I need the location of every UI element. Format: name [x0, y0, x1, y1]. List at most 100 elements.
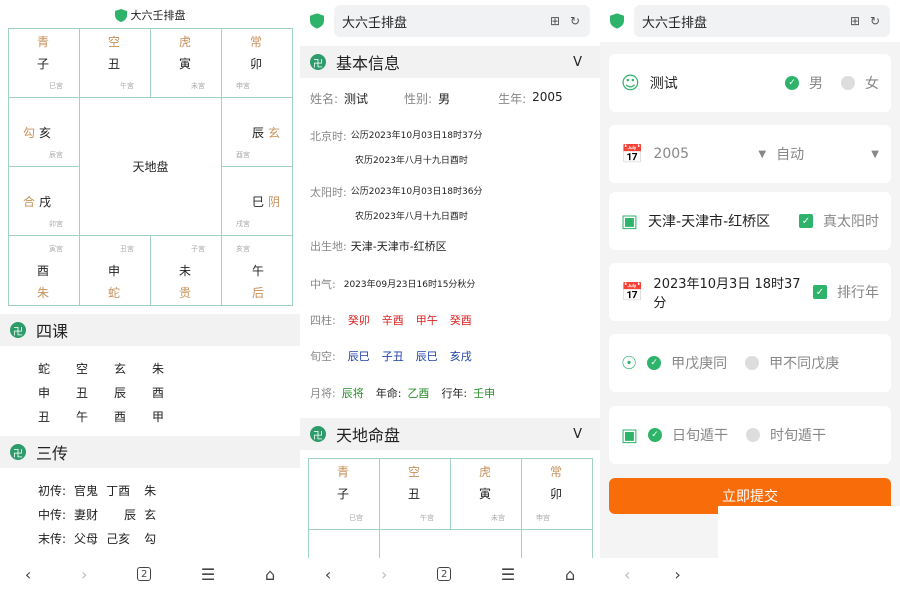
option-card-2[interactable]: ▣ ✓ 日旬遁干 时旬遁干	[609, 406, 891, 464]
mini-cell-2: 空 丑 午宫	[379, 458, 451, 530]
sanchuan-stem: 己亥	[106, 532, 131, 546]
datetime-card[interactable]: 📅 2023年10月3日 18时37分 ✓ 排行年	[609, 263, 891, 321]
year-select[interactable]: 2005	[653, 146, 748, 162]
god-label: 朱	[37, 286, 50, 300]
sike-cell: 酉	[152, 386, 165, 400]
section-header-basic[interactable]: 卍 基本信息 V	[300, 46, 600, 78]
bottom-nav: ‹ › 2 ☰ ⌂	[300, 558, 600, 590]
branch-label: 辰	[252, 126, 265, 140]
back-icon[interactable]: ‹	[25, 565, 31, 584]
year-card[interactable]: 📅 2005 ▼ 自动 ▼	[609, 125, 891, 183]
male-label[interactable]: 男	[809, 73, 823, 93]
branch-label: 未	[179, 264, 192, 278]
sike-cell: 蛇	[38, 362, 51, 376]
sex-value: 男	[438, 92, 451, 106]
branch-label: 酉	[37, 264, 50, 278]
caret-down-icon[interactable]: ▼	[758, 149, 766, 160]
bj-label: 北京时:	[310, 130, 347, 143]
bookmark-icon[interactable]: ⊞	[848, 14, 862, 28]
palace-label: 巳宫	[349, 514, 363, 522]
place-card[interactable]: ▣ 天津-天津市-红桥区 ✓ 真太阳时	[609, 192, 891, 250]
paihang-label[interactable]: 排行年	[837, 282, 879, 302]
god-label: 蛇	[108, 286, 121, 300]
target-icon: ☉	[621, 352, 638, 374]
pillar: 甲午	[415, 314, 438, 327]
sanchuan-label: 末传:	[38, 532, 67, 546]
qi-label: 中气:	[310, 278, 336, 291]
god-label: 常	[250, 35, 263, 49]
refresh-icon[interactable]: ↻	[568, 14, 582, 28]
url-bar[interactable]: 大六壬排盘 ⊞ ↻	[334, 5, 590, 37]
opt4-label[interactable]: 时旬遁干	[770, 425, 826, 445]
section-header-sanchuan[interactable]: 卍 三传	[0, 436, 300, 468]
back-icon[interactable]: ‹	[624, 565, 630, 584]
opt2-label[interactable]: 甲不同戊庚	[769, 353, 839, 373]
solar-lunar-row: 农历2023年八月十九日酉时	[355, 209, 468, 222]
beijing-time-row: 北京时: 公历2023年10月03日18时37分	[310, 128, 482, 144]
checkbox-paihang[interactable]: ✓	[813, 285, 827, 299]
pillars-label: 四柱:	[310, 314, 336, 327]
palace-label: 午宮	[120, 82, 134, 90]
name-input[interactable]: 测试	[650, 73, 775, 93]
solar-time-row: 太阳时: 公历2023年10月03日18时36分	[310, 184, 482, 200]
palace-label: 丑宮	[120, 245, 134, 253]
bj-solar: 公历2023年10月03日18时37分	[350, 131, 483, 141]
name-card[interactable]: ☺ 测试 ✓ 男 女	[609, 54, 891, 112]
radio-male-checked[interactable]: ✓	[785, 76, 799, 90]
tabs-icon[interactable]: 2	[137, 567, 152, 581]
url-bar[interactable]: 大六壬排盘 ⊞ ↻	[634, 5, 890, 37]
year-value: 2005	[532, 90, 563, 104]
user-icon: ☺	[621, 72, 640, 94]
back-icon[interactable]: ‹	[325, 565, 331, 584]
branch-label: 卯	[550, 487, 563, 501]
knot-icon: 卍	[10, 444, 26, 460]
opt1-label[interactable]: 甲戊庚同	[671, 353, 727, 373]
sike-cell: 丑	[38, 410, 51, 424]
bookmark-icon[interactable]: ⊞	[548, 14, 562, 28]
tabs-icon[interactable]: 2	[437, 567, 452, 581]
radio-opt4[interactable]	[746, 428, 761, 442]
forward-icon[interactable]: ›	[381, 565, 387, 584]
place-input[interactable]: 天津-天津市-红桥区	[648, 211, 789, 231]
section-header-sike[interactable]: 卍 四课	[0, 314, 300, 346]
sike-cell: 丑	[76, 386, 89, 400]
section-header-tiandi[interactable]: 卍 天地命盘 V	[300, 418, 600, 450]
sike-row-2: 申 丑 辰 酉	[38, 384, 164, 401]
god-label: 阴	[268, 195, 281, 209]
female-label[interactable]: 女	[865, 73, 879, 93]
xing-label: 行年:	[441, 387, 468, 400]
forward-icon[interactable]: ›	[674, 565, 680, 584]
checkbox-true-solar[interactable]: ✓	[799, 214, 813, 228]
branch-label: 寅	[179, 57, 192, 71]
radio-female[interactable]	[841, 76, 855, 90]
panel-middle: 大六壬排盘 ⊞ ↻ 卍 基本信息 V 姓名: 测试 性别: 男 生年: 2005…	[300, 0, 600, 590]
opt3-label[interactable]: 日旬遁干	[672, 425, 728, 445]
palace-label: 寅宮	[49, 245, 63, 253]
branch-label: 申	[108, 264, 121, 278]
menu-icon[interactable]: ☰	[201, 565, 215, 584]
mini-cell-3: 虎 寅 未宫	[450, 458, 522, 530]
menu-icon[interactable]: ☰	[501, 565, 515, 584]
datetime-input[interactable]: 2023年10月3日 18时37分	[653, 273, 803, 311]
home-icon[interactable]: ⌂	[265, 565, 275, 584]
sanchuan-row-1: 初传: 官鬼 丁酉 朱	[38, 482, 156, 499]
true-solar-label[interactable]: 真太阳时	[823, 211, 879, 231]
xing-value: 壬申	[473, 387, 496, 400]
god-label: 虎	[179, 35, 192, 49]
mini-cell-1: 青 子 巳宫	[308, 458, 380, 530]
forward-icon[interactable]: ›	[81, 565, 87, 584]
place-value: 天津-天津市-红桥区	[350, 240, 447, 253]
radio-opt3-checked[interactable]: ✓	[648, 428, 663, 442]
chevron-down-icon[interactable]: V	[573, 427, 582, 442]
xunkong-value: 辰巳	[347, 350, 370, 363]
option-card-1[interactable]: ☉ ✓ 甲戊庚同 甲不同戊庚	[609, 334, 891, 392]
radio-opt1-checked[interactable]: ✓	[647, 356, 662, 370]
board-cell-top-1: 青 子 巳宮	[8, 28, 80, 98]
auto-select[interactable]: 自动	[776, 144, 861, 164]
chevron-down-icon[interactable]: V	[573, 55, 582, 70]
home-icon[interactable]: ⌂	[565, 565, 575, 584]
refresh-icon[interactable]: ↻	[868, 14, 882, 28]
caret-down-icon[interactable]: ▼	[871, 149, 879, 160]
radio-opt2[interactable]	[745, 356, 760, 370]
sanchuan-kin: 官鬼	[74, 484, 99, 498]
